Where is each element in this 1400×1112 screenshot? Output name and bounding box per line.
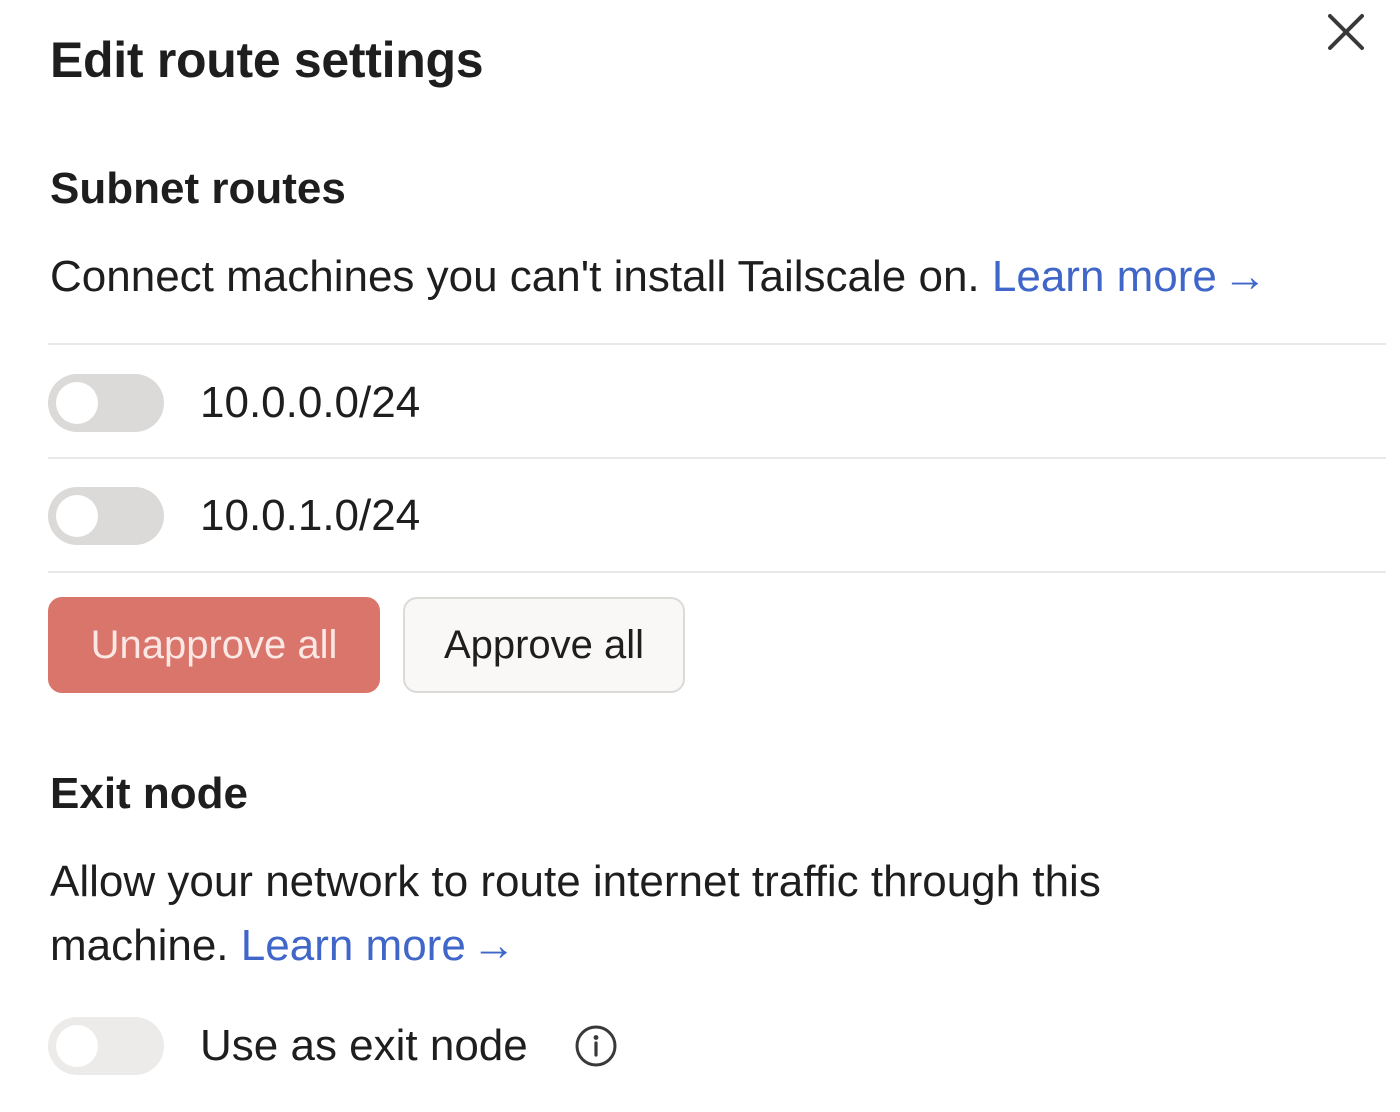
unapprove-all-button[interactable]: Unapprove all (48, 597, 380, 693)
toggle-knob (56, 382, 98, 424)
subnet-learn-more-link[interactable]: Learn more → (992, 252, 1267, 301)
route-toggle[interactable] (48, 487, 164, 545)
exit-node-learn-more-text: Learn more (240, 921, 466, 970)
close-icon (1328, 14, 1364, 50)
approve-all-button[interactable]: Approve all (403, 597, 685, 693)
arrow-right-icon: → (1222, 252, 1267, 301)
exit-node-row: Use as exit node (48, 1000, 1386, 1112)
route-toggle[interactable] (48, 374, 164, 432)
info-icon[interactable] (574, 1024, 618, 1068)
subnet-routes-description: Connect machines you can't install Tails… (50, 245, 1267, 309)
route-cidr: 10.0.0.0/24 (200, 378, 421, 427)
exit-node-description-line2: machine. (50, 921, 229, 970)
dialog-header: Edit route settings (50, 28, 1400, 92)
exit-node-toggle[interactable] (48, 1017, 164, 1075)
route-cidr: 10.0.1.0/24 (200, 491, 421, 540)
subnet-routes-heading: Subnet routes (50, 164, 346, 213)
route-row: 10.0.0.0/24 (48, 345, 1386, 457)
exit-node-toggle-label: Use as exit node (200, 1021, 528, 1070)
toggle-knob (56, 495, 98, 537)
arrow-right-icon: → (471, 921, 516, 970)
route-row: 10.0.1.0/24 (48, 459, 1386, 571)
exit-node-description: Allow your network to route internet tra… (50, 850, 1101, 978)
subnet-learn-more-text: Learn more (991, 252, 1217, 301)
close-button[interactable] (1322, 8, 1370, 56)
dialog-title: Edit route settings (50, 32, 484, 88)
toggle-knob (56, 1025, 98, 1067)
exit-node-heading: Exit node (50, 769, 249, 818)
edit-route-settings-dialog: Edit route settings Subnet routes Connec… (0, 0, 1400, 1109)
exit-node-learn-more-link[interactable]: Learn more → (241, 921, 516, 970)
exit-node-description-line1: Allow your network to route internet tra… (50, 857, 1101, 906)
subnet-description-text: Connect machines you can't install Tails… (50, 252, 980, 301)
divider (48, 571, 1386, 573)
